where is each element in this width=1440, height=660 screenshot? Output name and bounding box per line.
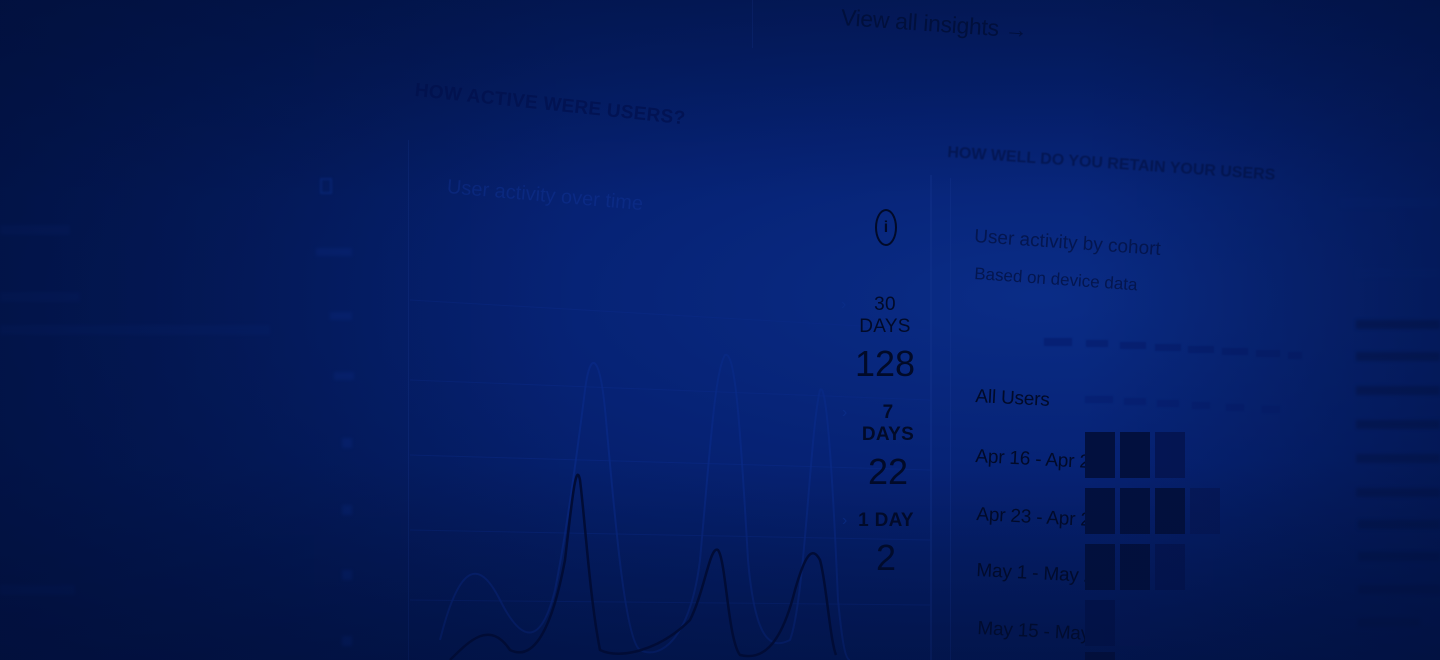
series-7-days-line xyxy=(449,473,838,660)
cohort-cell[interactable] xyxy=(1155,432,1185,478)
all-users-percent xyxy=(1085,396,1113,403)
cohort-row-label: All Users xyxy=(974,386,1051,411)
activity-line-chart xyxy=(409,299,931,660)
grid-line xyxy=(409,299,931,331)
chevron-right-icon: › xyxy=(841,296,847,313)
grid-line xyxy=(409,379,931,401)
cohort-cell[interactable] xyxy=(1155,488,1185,534)
blurred-right-list-item xyxy=(1356,488,1440,497)
stat-label: 1 DAY xyxy=(858,510,914,531)
cohort-cell[interactable] xyxy=(1120,544,1150,590)
blurred-right-list-item xyxy=(1356,454,1440,463)
grid-line xyxy=(409,599,931,606)
analytics-dashboard: View all insights → HOW ACTIVE WERE USER… xyxy=(0,0,1440,660)
blurred-right-list-item xyxy=(1356,420,1440,429)
blurred-right-list-item xyxy=(1358,618,1420,627)
blurred-right-list-item xyxy=(1356,320,1440,329)
dashboard-screen: View all insights → HOW ACTIVE WERE USER… xyxy=(0,0,1440,660)
cohort-column-header xyxy=(1044,338,1072,346)
stat-30-days[interactable]: › 30 DAYS 128 xyxy=(841,294,916,384)
stat-label: 30 DAYS xyxy=(859,294,911,337)
chevron-right-icon: › xyxy=(842,404,848,421)
blurred-right-list-item xyxy=(1358,552,1440,561)
blurred-right-list-item xyxy=(1358,520,1440,529)
all-users-percent xyxy=(1124,398,1146,405)
cohort-cell[interactable] xyxy=(1155,544,1185,590)
cohort-column-header xyxy=(1188,346,1214,353)
stat-value: 128 xyxy=(855,343,916,384)
all-users-percent xyxy=(1226,404,1244,411)
grid-line xyxy=(409,454,931,471)
cohort-cell[interactable] xyxy=(1085,544,1115,590)
blurred-right-list-item xyxy=(1340,198,1440,208)
blurred-right-list-item xyxy=(1356,352,1440,361)
cohort-cell[interactable] xyxy=(1190,488,1220,534)
cohort-cell[interactable] xyxy=(1120,488,1150,534)
all-users-percent xyxy=(1262,406,1280,413)
all-users-percent xyxy=(1157,400,1179,407)
stat-value: 22 xyxy=(867,451,909,492)
cohort-cell[interactable] xyxy=(1120,432,1150,478)
blurred-right-list-item xyxy=(1356,386,1440,395)
chevron-right-icon: › xyxy=(842,512,848,529)
stat-value: 2 xyxy=(875,537,897,578)
blurred-right-list-item xyxy=(1358,585,1440,594)
cohort-cell[interactable] xyxy=(1085,432,1115,478)
cohort-column-header xyxy=(1086,340,1108,347)
stat-1-day[interactable]: › 1 DAY 2 xyxy=(842,510,916,578)
cohort-column-header xyxy=(1120,342,1146,349)
cohort-cell[interactable] xyxy=(1120,600,1150,646)
cohort-cell[interactable] xyxy=(1085,600,1115,646)
stat-label: 7 DAYS xyxy=(861,402,915,445)
all-users-percent xyxy=(1192,402,1210,409)
cohort-column-header xyxy=(1155,344,1181,351)
cohort-column-header xyxy=(1288,352,1302,359)
cohort-column-header xyxy=(1222,348,1248,355)
grid-line xyxy=(409,529,931,541)
cohort-column-header xyxy=(1256,350,1280,357)
stat-7-days[interactable]: › 7 DAYS 22 xyxy=(842,402,918,492)
cohort-cell[interactable] xyxy=(1085,652,1115,660)
blurred-right-list-item xyxy=(1356,268,1440,278)
cohort-cell[interactable] xyxy=(1085,488,1115,534)
